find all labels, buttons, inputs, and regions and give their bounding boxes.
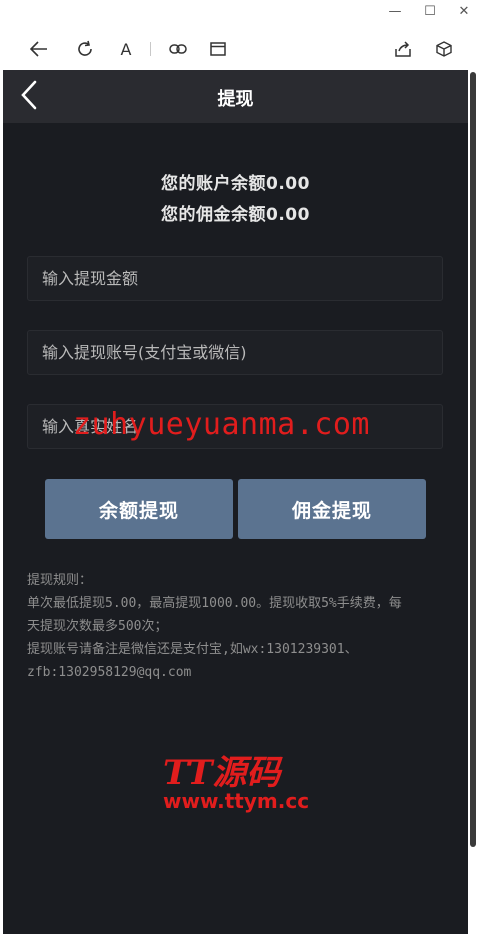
- toolbar-separator: [150, 42, 151, 56]
- commission-withdraw-button[interactable]: 佣金提现: [238, 479, 426, 539]
- close-button[interactable]: ✕: [454, 3, 474, 21]
- link-icon[interactable]: [167, 38, 189, 60]
- app-viewport: 提现 您的账户余额0.00 您的佣金余额0.00 zuhyueyuanma.co…: [3, 70, 468, 934]
- text-size-icon[interactable]: A: [115, 38, 137, 60]
- balance-withdraw-button[interactable]: 余额提现: [45, 479, 233, 539]
- scrollbar-thumb[interactable]: [470, 72, 476, 847]
- watermark-logo-text: TT源码: [163, 753, 281, 793]
- refresh-icon[interactable]: [74, 38, 96, 60]
- cube-icon[interactable]: [433, 38, 455, 60]
- page-title: 提现: [217, 89, 254, 110]
- amount-field[interactable]: [27, 256, 443, 301]
- share-icon[interactable]: [392, 38, 414, 60]
- navbar: 提现: [3, 70, 468, 123]
- rules-line: 提现账号请备注是微信还是支付宝,如wx:1301239301、: [27, 642, 358, 657]
- rules-title: 提现规则：: [27, 573, 93, 588]
- rules-line: 天提现次数最多500次；: [27, 619, 168, 634]
- minimize-button[interactable]: —: [385, 3, 405, 21]
- watermark-logo-url: www.ttym.cc: [163, 789, 310, 813]
- amount-input[interactable]: [28, 257, 442, 300]
- commission-balance: 您的佣金余额0.00: [161, 205, 310, 225]
- account-input[interactable]: [28, 331, 442, 374]
- rules-line: 单次最低提现5.00，最高提现1000.00。提现收取5%手续费，每: [27, 596, 402, 611]
- withdraw-rules: 提现规则： 单次最低提现5.00，最高提现1000.00。提现收取5%手续费，每…: [27, 569, 447, 684]
- browser-toolbar: A: [0, 26, 480, 70]
- window-controls: — ☐ ✕: [0, 0, 480, 26]
- back-arrow-icon[interactable]: [28, 38, 50, 60]
- account-field[interactable]: [27, 330, 443, 375]
- rules-line: zfb:1302958129@qq.com: [27, 665, 192, 680]
- maximize-button[interactable]: ☐: [420, 3, 440, 21]
- window-icon[interactable]: [207, 38, 229, 60]
- account-balance: 您的账户余额0.00: [161, 174, 310, 194]
- watermark-domain: zuhyueyuanma.com: [73, 407, 370, 442]
